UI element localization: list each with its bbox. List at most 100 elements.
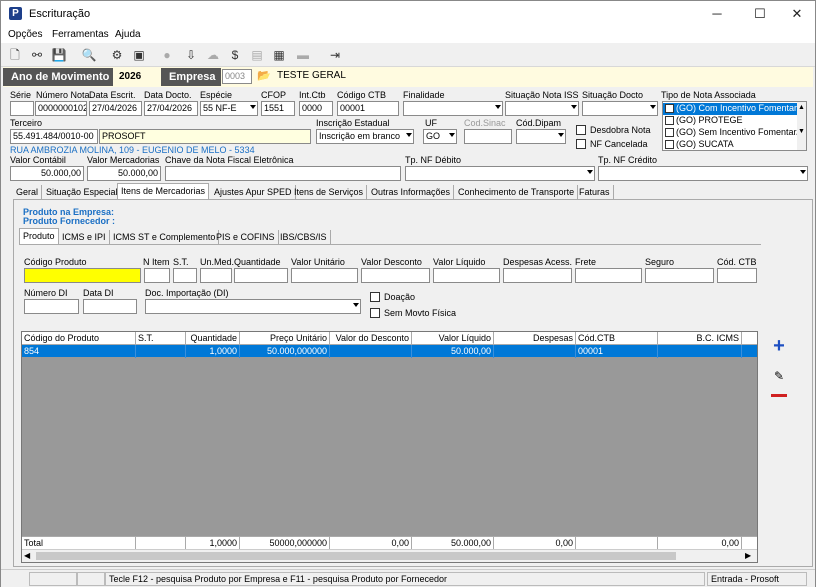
- valor-liquido-field[interactable]: [433, 268, 500, 283]
- maximize-button[interactable]: ☐: [745, 4, 775, 24]
- tab-conhecimento-transporte[interactable]: Conhecimento de Transporte: [455, 185, 579, 200]
- finalidade-select[interactable]: [403, 101, 503, 116]
- data-escrit-field[interactable]: 27/04/2026: [89, 101, 142, 116]
- checkbox[interactable]: [665, 140, 674, 149]
- tab-outras-informacoes[interactable]: Outras Informações: [368, 185, 455, 200]
- nitem-field[interactable]: [144, 268, 170, 283]
- col-codigo[interactable]: Código do Produto: [22, 332, 136, 345]
- sit-iss-select[interactable]: [505, 101, 579, 116]
- tab-itens-mercadorias[interactable]: Itens de Mercadorias: [117, 183, 210, 200]
- cfop-field[interactable]: 1551: [261, 101, 295, 116]
- col-despesas[interactable]: Despesas: [494, 332, 576, 345]
- settings-icon[interactable]: ⚙: [109, 47, 125, 63]
- valor-merc-field[interactable]: 50.000,00: [87, 166, 161, 181]
- menu-ajuda[interactable]: Ajuda: [115, 29, 141, 40]
- remove-item-button[interactable]: [771, 390, 787, 402]
- codigo-produto-field[interactable]: [24, 268, 141, 283]
- ano-field[interactable]: 2026: [117, 68, 153, 85]
- add-item-button[interactable]: +: [769, 336, 789, 356]
- insc-select[interactable]: Inscrição em branco: [316, 129, 414, 144]
- tab-produto[interactable]: Produto: [19, 228, 59, 245]
- seguro-field[interactable]: [645, 268, 714, 283]
- terceiro-name-field[interactable]: PROSOFT: [99, 129, 311, 144]
- scroll-thumb[interactable]: [36, 552, 676, 560]
- link-icon[interactable]: ⚯: [29, 47, 45, 63]
- empresa-code-field[interactable]: 0003: [222, 69, 252, 84]
- calculator-icon[interactable]: ▦: [271, 47, 287, 63]
- tab-situacao-especial[interactable]: Situação Especial: [43, 185, 122, 200]
- folder-open-icon[interactable]: 📂: [256, 69, 272, 84]
- codsinac-field[interactable]: [464, 129, 512, 144]
- scroll-right-icon[interactable]: ▶: [745, 551, 751, 560]
- col-codctb[interactable]: Cód.CTB: [576, 332, 658, 345]
- data-docto-field[interactable]: 27/04/2026: [144, 101, 198, 116]
- scroll-left-icon[interactable]: ◀: [24, 551, 30, 560]
- minimize-button[interactable]: ─: [702, 4, 732, 24]
- coddipam-select[interactable]: [516, 129, 566, 144]
- tab-ajustes-sped[interactable]: Ajustes Apur SPED: [211, 185, 296, 200]
- tab-pis-cofins[interactable]: PIS e COFINS: [213, 230, 279, 245]
- items-grid[interactable]: Código do Produto S.T. Quantidade Preço …: [21, 331, 758, 563]
- new-doc-icon[interactable]: 🗋: [7, 47, 23, 63]
- apple-icon[interactable]: ●: [159, 47, 175, 63]
- col-st[interactable]: S.T.: [136, 332, 186, 345]
- tp-credito-select[interactable]: [598, 166, 808, 181]
- grid-hscrollbar[interactable]: ◀ ▶: [22, 549, 757, 562]
- tab-faturas[interactable]: Faturas: [576, 185, 614, 200]
- minus-icon[interactable]: ▬: [295, 47, 311, 63]
- tab-geral[interactable]: Geral: [13, 185, 43, 200]
- doc-importacao-select[interactable]: [145, 299, 361, 314]
- codctb-field[interactable]: 00001: [337, 101, 399, 116]
- tp-debito-select[interactable]: [405, 166, 595, 181]
- checkbox[interactable]: [665, 116, 674, 125]
- listbox-scrollbar[interactable]: ▲ ▼: [797, 102, 806, 150]
- menu-opcoes[interactable]: Opções: [8, 29, 42, 40]
- despesas-field[interactable]: [503, 268, 572, 283]
- col-quantidade[interactable]: Quantidade: [186, 332, 240, 345]
- download-icon[interactable]: ⇩: [183, 47, 199, 63]
- checkbox[interactable]: [665, 104, 674, 113]
- col-valor-desconto[interactable]: Valor do Desconto: [330, 332, 412, 345]
- desdobra-checkbox[interactable]: [576, 125, 586, 135]
- col-bc-icms[interactable]: B.C. ICMS: [658, 332, 742, 345]
- table-icon[interactable]: ▤: [249, 47, 265, 63]
- tab-icms-ipi[interactable]: ICMS e IPI: [59, 230, 110, 245]
- uf-select[interactable]: GO: [423, 129, 457, 144]
- checkbox[interactable]: [665, 128, 674, 137]
- stamp-icon[interactable]: ▣: [131, 47, 147, 63]
- tab-ibs-cbs[interactable]: IBS/CBS/IS: [277, 230, 331, 245]
- edit-pencil-icon[interactable]: ✎: [769, 368, 789, 384]
- list-item[interactable]: (GO) Sem Incentivo Fomentar/: [663, 127, 799, 139]
- sem-movto-checkbox[interactable]: [370, 308, 380, 318]
- terceiro-cnpj-field[interactable]: 55.491.484/0010-00: [10, 129, 98, 144]
- cloud-icon[interactable]: ☁: [205, 47, 221, 63]
- list-item[interactable]: (GO) PROTEGE: [663, 115, 798, 127]
- tipo-nota-listbox[interactable]: (GO) Com Incentivo Fomentar (GO) PROTEGE…: [662, 101, 807, 151]
- list-item[interactable]: (GO) SUCATA: [663, 139, 798, 150]
- money-bag-icon[interactable]: $: [227, 47, 243, 63]
- doacao-checkbox[interactable]: [370, 292, 380, 302]
- codctb-item-field[interactable]: [717, 268, 757, 283]
- especie-select[interactable]: 55 NF-E: [200, 101, 258, 116]
- table-row[interactable]: 854 1,0000 50.000,000000 50.000,00 00001: [22, 345, 757, 358]
- tab-icms-st[interactable]: ICMS ST e Complemento: [110, 230, 220, 245]
- list-item[interactable]: (GO) Com Incentivo Fomentar: [663, 103, 798, 115]
- st-field[interactable]: [173, 268, 197, 283]
- menu-ferramentas[interactable]: Ferramentas: [52, 29, 109, 40]
- valor-unitario-field[interactable]: [291, 268, 358, 283]
- tab-itens-servicos[interactable]: Itens de Serviços: [291, 185, 368, 200]
- data-di-field[interactable]: [83, 299, 137, 314]
- print-preview-icon[interactable]: 🔍: [81, 47, 97, 63]
- nfcancelada-checkbox[interactable]: [576, 139, 586, 149]
- valor-contabil-field[interactable]: 50.000,00: [10, 166, 84, 181]
- save-icon[interactable]: 💾: [51, 47, 67, 63]
- quantidade-field[interactable]: [234, 268, 288, 283]
- intctb-field[interactable]: 0000: [299, 101, 333, 116]
- close-button[interactable]: ✕: [782, 4, 812, 24]
- valor-desconto-field[interactable]: [361, 268, 430, 283]
- sit-docto-select[interactable]: [582, 101, 658, 116]
- unmed-field[interactable]: [200, 268, 232, 283]
- col-valor-liquido[interactable]: Valor Líquido: [412, 332, 494, 345]
- frete-field[interactable]: [575, 268, 642, 283]
- exit-icon[interactable]: ⇥: [327, 47, 343, 63]
